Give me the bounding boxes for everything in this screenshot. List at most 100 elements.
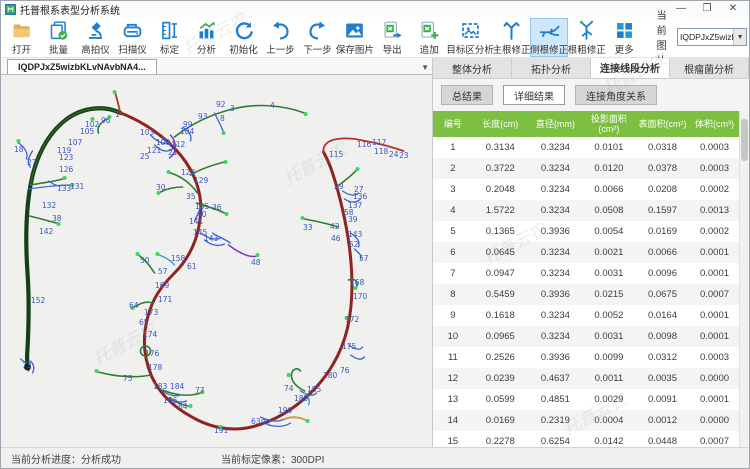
segment-number-label: 190 xyxy=(278,407,292,415)
segment-number-label: 3 xyxy=(230,105,235,113)
table-cell: 9 xyxy=(433,310,473,321)
table-cell: 0.2048 xyxy=(473,184,528,195)
result-button-1[interactable]: 总结果 xyxy=(441,85,493,105)
root-image-viewport[interactable]: 1923493896991041021051071031091121212521… xyxy=(1,75,432,447)
main-toolbar: 打开批量高拍仪扫描仪标定分析初始化上一步下一步保存图片导出追加目标区分析主根修正… xyxy=(1,17,749,58)
table-cell: 0.1365 xyxy=(473,226,528,237)
table-cell: 1.5722 xyxy=(473,205,528,216)
table-row[interactable]: 41.57220.32340.05080.15970.0013 xyxy=(433,200,739,221)
segment-number-label: 92 xyxy=(261,419,271,427)
table-row[interactable]: 130.05990.48510.00290.00910.0001 xyxy=(433,389,739,410)
analysis-tab-2[interactable]: 拓扑分析 xyxy=(512,58,591,78)
table-row[interactable]: 120.02390.46370.00110.00350.0000 xyxy=(433,368,739,389)
segment-number-label: 118 xyxy=(374,148,388,156)
toolbar-item-label: 更多 xyxy=(615,42,634,56)
table-row[interactable]: 60.06450.32340.00210.00660.0001 xyxy=(433,242,739,263)
table-header-cell: 编号 xyxy=(433,118,473,130)
table-row[interactable]: 20.37220.32340.01200.03780.0003 xyxy=(433,158,739,179)
toolbar-item-label: 根粗修正 xyxy=(568,42,606,56)
table-cell: 0.0239 xyxy=(473,373,528,384)
segment-number-label: 36 xyxy=(212,204,222,212)
table-row[interactable]: 100.09650.32340.00310.00980.0001 xyxy=(433,326,739,347)
table-cell: 0.3234 xyxy=(528,310,583,321)
bar-chart-icon xyxy=(196,20,217,41)
analysis-tab-4[interactable]: 根瘤菌分析 xyxy=(670,58,749,78)
toolbar-item-more[interactable]: 更多 xyxy=(606,18,643,57)
table-header-cell: 表面积(cm²) xyxy=(635,118,690,130)
table-header-cell: 体积(cm³) xyxy=(690,118,739,130)
toolbar-item-next-step[interactable]: 下一步 xyxy=(299,18,336,57)
table-cell: 0.0035 xyxy=(635,373,690,384)
table-cell: 0.0003 xyxy=(690,163,739,174)
folder-icon xyxy=(11,20,32,41)
toolbar-item-initialize[interactable]: 初始化 xyxy=(225,18,262,57)
table-cell: 0.0208 xyxy=(635,184,690,195)
table-body: 10.31340.32340.01010.03180.000320.37220.… xyxy=(433,137,739,447)
segment-number-label: 48 xyxy=(251,259,261,267)
table-cell: 5 xyxy=(433,226,473,237)
toolbar-item-doc-camera[interactable]: 高拍仪 xyxy=(77,18,114,57)
tab-list-dropdown-icon[interactable]: ▼ xyxy=(421,63,429,72)
dpi-value: 300DPI xyxy=(291,455,324,466)
table-row[interactable]: 140.01690.23190.00040.00120.0000 xyxy=(433,410,739,431)
segment-number-label: 126 xyxy=(59,166,73,174)
segment-number-label: 30 xyxy=(156,184,166,192)
segment-number-label: 8 xyxy=(220,115,225,123)
table-cell: 0.0007 xyxy=(690,436,739,447)
ruler-icon xyxy=(159,20,180,41)
segment-number-label: 27 xyxy=(27,159,37,167)
segment-number-label: 4 xyxy=(270,102,275,110)
toolbar-item-lateral-root-fix[interactable]: 侧根修正 xyxy=(530,18,568,57)
table-cell: 0.0002 xyxy=(690,226,739,237)
table-row[interactable]: 70.09470.32340.00310.00960.0001 xyxy=(433,263,739,284)
table-row[interactable]: 150.22780.62540.01420.04480.0007 xyxy=(433,431,739,447)
toolbar-item-append[interactable]: 追加 xyxy=(411,18,448,57)
table-cell: 0.0066 xyxy=(583,184,635,195)
segment-number-label: 183 xyxy=(153,383,167,391)
table-scrollbar[interactable] xyxy=(739,111,749,447)
table-row[interactable]: 30.20480.32340.00660.02080.0002 xyxy=(433,179,739,200)
table-row[interactable]: 110.25260.39360.00990.03120.0003 xyxy=(433,347,739,368)
toolbar-item-batch[interactable]: 批量 xyxy=(40,18,77,57)
segment-number-label: 115 xyxy=(329,151,343,159)
toolbar-item-calibrate[interactable]: 标定 xyxy=(151,18,188,57)
toolbar-item-root-width-fix[interactable]: 根粗修正 xyxy=(568,18,606,57)
current-image-combobox[interactable]: IQDPJxZ5wizbk ▼ xyxy=(677,28,747,46)
segment-number-label: 171 xyxy=(158,296,172,304)
toolbar-item-open[interactable]: 打开 xyxy=(3,18,40,57)
table-cell: 4 xyxy=(433,205,473,216)
table-cell: 0.3722 xyxy=(473,163,528,174)
analysis-progress-status: 当前分析进度：分析成功 xyxy=(1,451,211,466)
toolbar-item-analyze[interactable]: 分析 xyxy=(188,18,225,57)
table-cell: 0.5459 xyxy=(473,289,528,300)
segment-number-label: 33 xyxy=(303,224,313,232)
toolbar-item-label: 高拍仪 xyxy=(81,42,110,56)
table-cell: 0.2278 xyxy=(473,436,528,447)
document-tab[interactable]: IQDPJxZ5wizbKLvNAvbNA4... xyxy=(7,59,157,74)
scrollbar-thumb[interactable] xyxy=(741,119,748,161)
table-row[interactable]: 80.54590.39360.02150.06750.0007 xyxy=(433,284,739,305)
toolbar-item-export[interactable]: 导出 xyxy=(374,18,411,57)
toolbar-item-scanner[interactable]: 扫描仪 xyxy=(114,18,151,57)
result-button-2[interactable]: 详细结果 xyxy=(503,85,565,105)
toolbar-item-save-image[interactable]: 保存图片 xyxy=(336,18,374,57)
table-cell: 0.0001 xyxy=(690,310,739,321)
segment-number-label: 117 xyxy=(372,139,386,147)
table-row[interactable]: 10.31340.32340.01010.03180.0003 xyxy=(433,137,739,158)
analysis-tab-1[interactable]: 整体分析 xyxy=(433,58,512,78)
segment-number-label: 152 xyxy=(31,297,45,305)
table-cell: 15 xyxy=(433,436,473,447)
segment-number-label: 24 xyxy=(389,151,399,159)
table-row[interactable]: 50.13650.39360.00540.01690.0002 xyxy=(433,221,739,242)
analysis-tab-3[interactable]: 连接线段分析 xyxy=(591,58,670,78)
toolbar-item-label: 上一步 xyxy=(266,42,295,56)
toolbar-item-target-area[interactable]: 目标区分析 xyxy=(448,18,493,57)
toolbar-item-main-root-fix[interactable]: 主根修正 xyxy=(493,18,531,57)
segment-number-label: 57 xyxy=(158,268,168,276)
table-row[interactable]: 90.16180.32340.00520.01640.0001 xyxy=(433,305,739,326)
combo-dropdown-icon[interactable]: ▼ xyxy=(733,29,746,45)
result-button-3[interactable]: 连接角度关系 xyxy=(575,85,657,105)
segment-number-label: 186 xyxy=(163,397,177,405)
toolbar-item-prev-step[interactable]: 上一步 xyxy=(262,18,299,57)
segment-number-label: 116 xyxy=(357,141,371,149)
